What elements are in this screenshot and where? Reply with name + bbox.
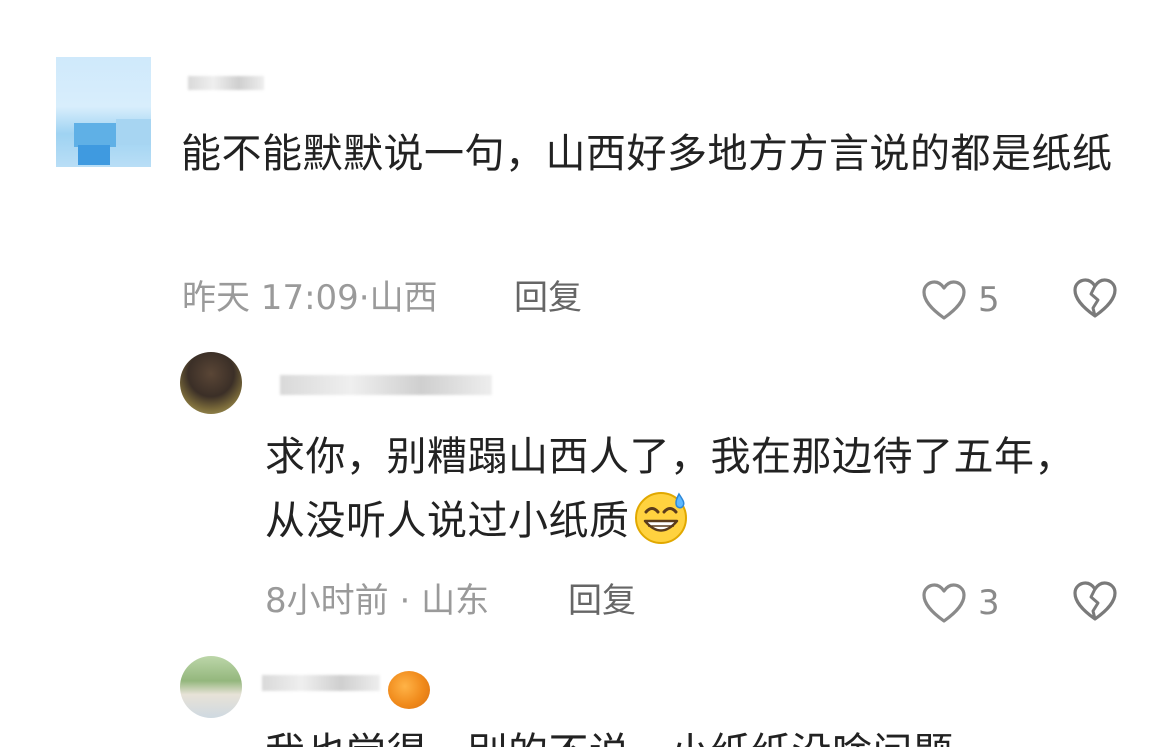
heart-icon — [922, 583, 966, 623]
comment-time: 8小时前 — [265, 581, 389, 621]
comment-location: 山西 — [369, 278, 438, 318]
avatar[interactable] — [180, 656, 242, 718]
username-blurred[interactable] — [262, 675, 380, 691]
like-button[interactable]: 5 — [920, 278, 1000, 322]
reply-button[interactable]: 回复 — [568, 581, 636, 621]
broken-heart-icon — [1073, 581, 1117, 621]
broken-heart-icon — [1073, 278, 1117, 318]
comment-text: 求你，别糟蹋山西人了，我在那边待了五年，从没听人说过小纸质 — [265, 426, 1085, 552]
username-blurred[interactable] — [280, 375, 492, 395]
meta-separator: · — [388, 581, 422, 621]
heart-icon — [922, 280, 966, 320]
reply-button[interactable]: 回复 — [514, 278, 582, 318]
like-button[interactable]: 3 — [920, 581, 1000, 625]
username-blurred[interactable] — [188, 76, 264, 90]
avatar[interactable] — [180, 352, 242, 414]
comment-thread: 能不能默默说一句，山西好多地方方言说的都是纸纸 昨天 17:09·山西 回复 5… — [0, 0, 1165, 747]
comment-time: 昨天 17:09 — [182, 278, 359, 318]
comment-meta: 昨天 17:09·山西 — [182, 278, 438, 318]
like-count: 3 — [978, 583, 1000, 623]
grinning-sweat-emoji — [634, 492, 687, 544]
comment-text: 能不能默默说一句，山西好多地方方言说的都是纸纸 — [181, 131, 1113, 177]
comment-location: 山东 — [421, 581, 490, 621]
comment-meta: 8小时前 · 山东 — [265, 581, 489, 621]
dislike-button[interactable] — [1071, 579, 1119, 623]
like-count: 5 — [978, 280, 1000, 320]
badge-sticker — [388, 671, 430, 709]
meta-separator: · — [358, 278, 370, 318]
dislike-button[interactable] — [1071, 276, 1119, 320]
comment-text: 我也觉得，别的不说，小纸纸没啥问题 — [265, 722, 1085, 747]
avatar[interactable] — [56, 57, 151, 167]
